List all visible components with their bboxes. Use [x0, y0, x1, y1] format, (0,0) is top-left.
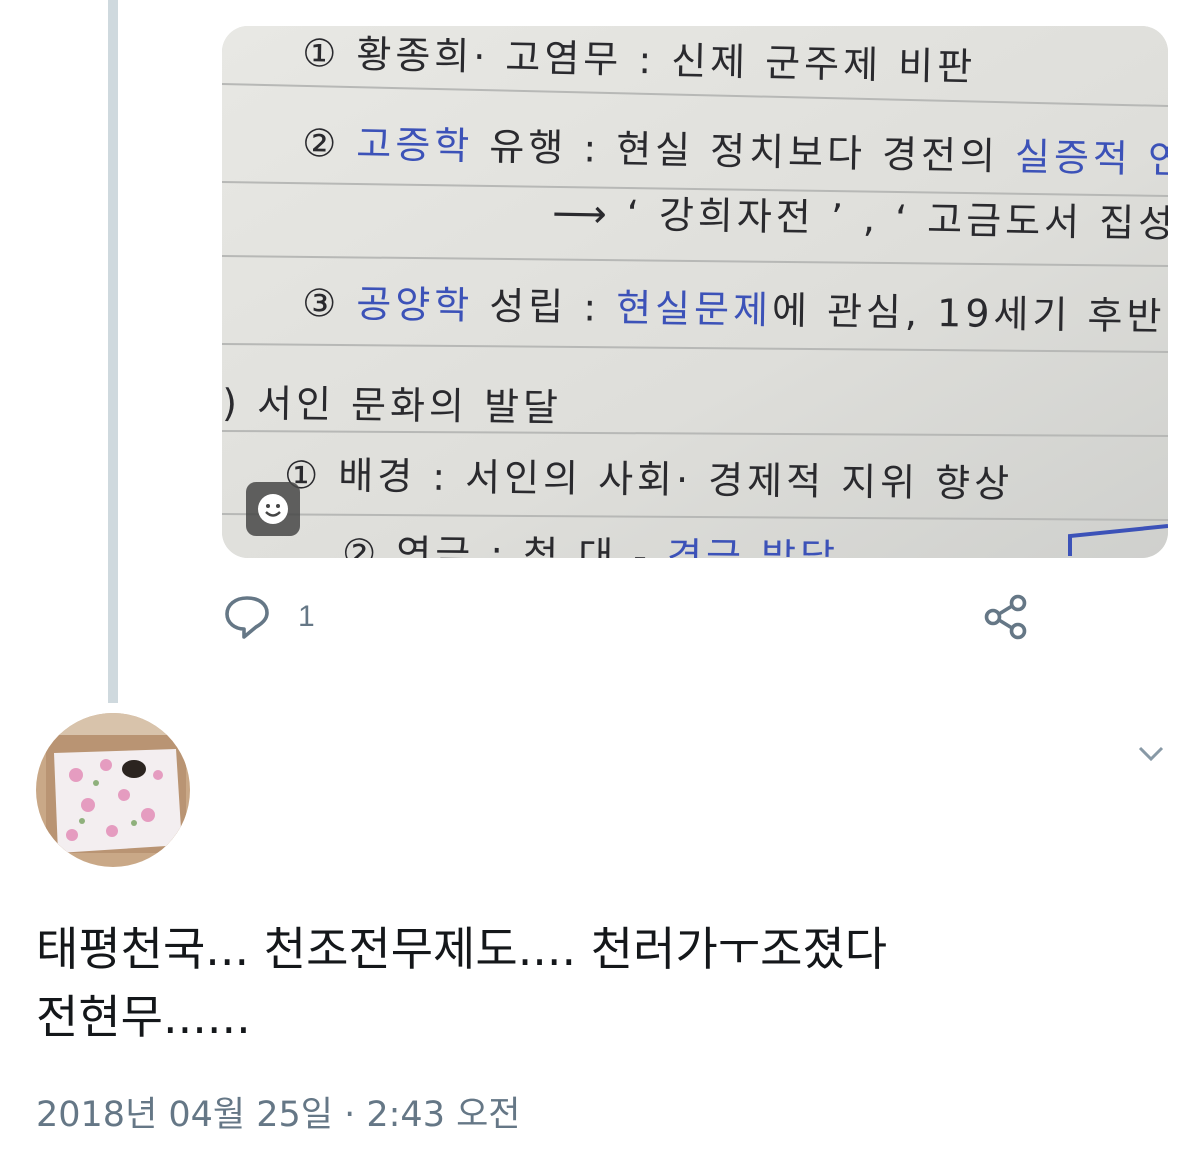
- tweet-photo[interactable]: ① 황종희· 고염무 : 신제 군주제 비판 ② 고증학 유행 : 현실 정치보다…: [222, 26, 1168, 558]
- note-line: ② 연극 : 청 대 - 경극 발달: [342, 531, 839, 558]
- add-sticker-button[interactable]: [246, 482, 300, 536]
- more-options-chevron[interactable]: [1136, 738, 1166, 772]
- reply-button[interactable]: 1: [222, 592, 315, 642]
- note-line: ① 배경 : 서인의 사회· 경제적 지위 향상: [284, 453, 1013, 506]
- note-line-segment: 성립 :: [473, 284, 617, 330]
- avatar-photo: [36, 713, 190, 867]
- thread-connector-line: [108, 0, 118, 703]
- tweet-text-line-1: 태평천국... 천조전무제도.... 천러가ㅜ조졌다: [36, 922, 888, 976]
- note-line-segment: 공양학: [356, 282, 474, 328]
- note-line-segment: 배경 : 서인의 사회· 경제적 지위 향상: [338, 454, 1013, 506]
- avatar[interactable]: [36, 713, 190, 867]
- handwritten-notes-image: ① 황종희· 고염무 : 신제 군주제 비판② 고증학 유행 : 현실 정치보다…: [222, 26, 1168, 558]
- note-line: ) 서인 문화의 발달: [222, 381, 562, 430]
- share-button[interactable]: [982, 592, 1030, 646]
- chevron-down-icon: [1138, 746, 1164, 762]
- note-line-segment: ) 서인 문화의 발달: [222, 381, 562, 430]
- note-line-number: ②: [302, 121, 357, 166]
- note-line-number: ②: [342, 531, 397, 558]
- note-line-segment: 실증적 연구: [1015, 135, 1168, 183]
- tweet-timestamp: 2018년 04월 25일 · 2:43 오전: [36, 1095, 521, 1135]
- note-line-segment: 연극 : 청 대 -: [396, 532, 667, 558]
- speech-bubble-icon: [225, 596, 269, 639]
- tweet-text: 태평천국... 천조전무제도.... 천러가ㅜ조졌다 전현무......: [36, 915, 1166, 1051]
- note-line-number: ①: [302, 31, 357, 76]
- share-icon: [984, 594, 1027, 640]
- tweet-action-bar: 1: [222, 592, 1168, 648]
- note-line-number: ③: [302, 281, 357, 326]
- note-line-segment: 고증학: [356, 122, 474, 168]
- note-line-segment: 현실문제: [616, 286, 773, 332]
- reply-count: 1: [298, 600, 315, 633]
- note-line-segment: 에 관심, 19세기 후반 변: [772, 288, 1168, 339]
- tweet-text-line-2: 전현무......: [36, 990, 251, 1044]
- note-line-segment: 경극 발달: [667, 534, 839, 558]
- smiley-icon: [258, 494, 288, 524]
